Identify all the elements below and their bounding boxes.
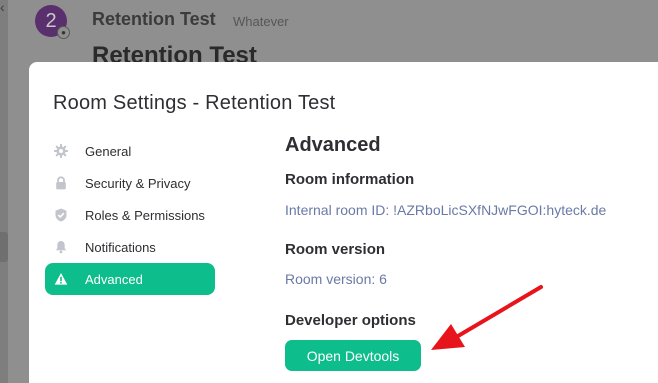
tab-roles-permissions[interactable]: Roles & Permissions [45, 199, 215, 231]
globe-icon: ● [57, 26, 70, 39]
tab-notifications-label: Notifications [85, 239, 156, 255]
lock-icon [54, 176, 68, 190]
background-room-topic: Whatever [233, 14, 289, 29]
room-version-value: Room version: 6 [285, 271, 387, 287]
background-chevron-icon: ‹ [0, 0, 5, 15]
warning-icon [54, 272, 68, 286]
background-room-name: Retention Test [92, 9, 216, 29]
tab-advanced-label: Advanced [85, 271, 143, 287]
dialog-title: Room Settings - Retention Test [53, 92, 336, 114]
section-heading-advanced: Advanced [285, 134, 381, 156]
room-version-heading: Room version [285, 241, 386, 258]
background-scroll-handle [0, 232, 8, 262]
settings-tab-list: General Security & Privacy Roles & Permi… [45, 135, 215, 295]
room-settings-dialog: Room Settings - Retention Test General S… [29, 62, 658, 383]
tab-security-privacy[interactable]: Security & Privacy [45, 167, 215, 199]
bell-icon [54, 240, 68, 254]
tab-general-label: General [85, 143, 132, 159]
background-left-strip [0, 0, 8, 383]
room-avatar-letter: 2 [45, 10, 57, 32]
tab-roles-permissions-label: Roles & Permissions [85, 207, 205, 223]
developer-options-heading: Developer options [285, 312, 416, 329]
tab-general[interactable]: General [45, 135, 215, 167]
room-information-heading: Room information [285, 171, 415, 188]
internal-room-id: Internal room ID: !AZRboLicSXfNJwFGOI:hy… [285, 202, 607, 218]
gear-icon [54, 144, 68, 158]
tab-advanced[interactable]: Advanced [45, 263, 215, 295]
open-devtools-button[interactable]: Open Devtools [285, 340, 421, 371]
tab-notifications[interactable]: Notifications [45, 231, 215, 263]
tab-security-privacy-label: Security & Privacy [85, 175, 191, 191]
shield-check-icon [54, 208, 68, 222]
